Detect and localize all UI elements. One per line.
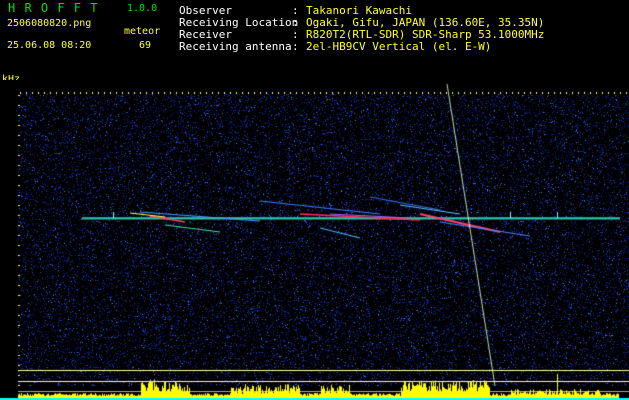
antenna-sep: :	[292, 40, 299, 53]
antenna-value: 2el-HB9CV Vertical (el. E-W)	[306, 40, 492, 53]
antenna-key: Receiving antenna	[179, 40, 292, 53]
app-title: H R O F F T	[8, 1, 99, 15]
spectrogram-canvas	[0, 80, 629, 400]
hroft-window: { "app": { "name": "H R O F F T", "versi…	[0, 0, 629, 400]
app-version: 1.0.0	[127, 3, 158, 14]
mode-label: meteor	[124, 26, 161, 37]
file-name: 2506080820.png	[7, 18, 92, 29]
date-time: 25.06.08 08:20	[7, 40, 92, 51]
meteor-count: 69	[139, 40, 152, 51]
